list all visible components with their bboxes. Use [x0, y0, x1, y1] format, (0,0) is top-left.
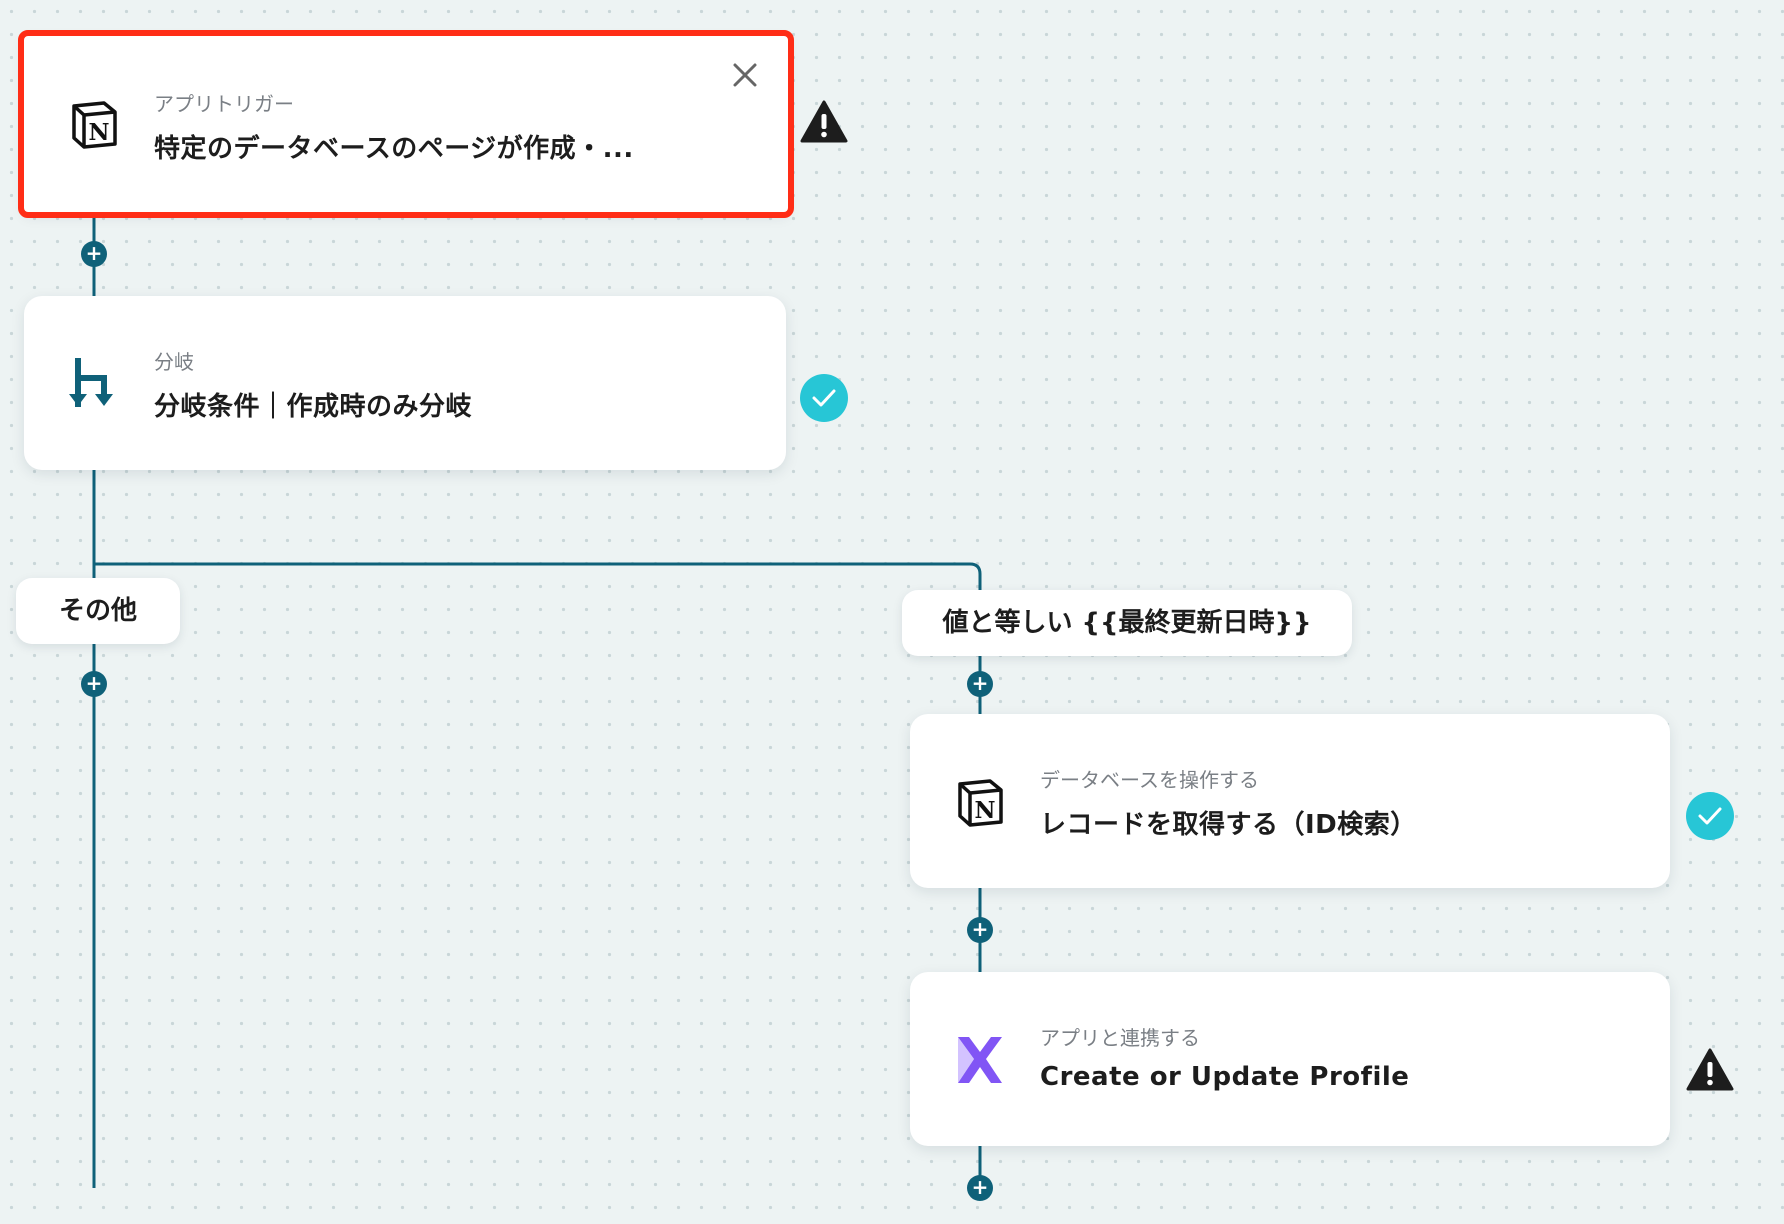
branch-step-card[interactable]: 分岐 分岐条件｜作成時のみ分岐 [24, 296, 786, 470]
branch-step-title: 分岐条件｜作成時のみ分岐 [154, 392, 473, 422]
notion-icon: N [954, 776, 1006, 828]
get-record-step-subtitle: データベースを操作する [1040, 768, 1259, 792]
branch-option-equals[interactable]: 値と等しい {{最終更新日時}} [902, 590, 1352, 656]
klaviyo-icon [954, 1034, 1006, 1086]
svg-text:N: N [974, 797, 995, 824]
trigger-step-title: 特定のデータベースのページが作成・... [154, 134, 634, 164]
branch-step-subtitle: 分岐 [154, 350, 194, 374]
klaviyo-step-card[interactable]: アプリと連携する Create or Update Profile [910, 972, 1670, 1146]
get-record-step-title: レコードを取得する（ID検索） [1040, 810, 1417, 840]
add-step-button[interactable]: + [967, 917, 993, 943]
check-icon [800, 374, 848, 422]
add-step-button[interactable]: + [81, 671, 107, 697]
klaviyo-step-title: Create or Update Profile [1040, 1062, 1410, 1092]
klaviyo-step-subtitle: アプリと連携する [1040, 1026, 1200, 1050]
notion-icon: N [68, 98, 120, 150]
get-record-step-card[interactable]: N データベースを操作する レコードを取得する（ID検索） [910, 714, 1670, 888]
branch-icon [68, 358, 120, 410]
svg-text:N: N [88, 119, 109, 146]
check-icon [1686, 792, 1734, 840]
warning-icon [800, 98, 848, 146]
branch-option-other[interactable]: その他 [16, 578, 180, 644]
close-icon[interactable] [728, 58, 762, 92]
add-step-button[interactable]: + [967, 1175, 993, 1201]
trigger-step-subtitle: アプリトリガー [154, 92, 294, 116]
connector-branch-split [94, 562, 982, 590]
add-step-button[interactable]: + [81, 241, 107, 267]
add-step-button[interactable]: + [967, 671, 993, 697]
warning-icon [1686, 1046, 1734, 1094]
trigger-step-card[interactable]: N アプリトリガー 特定のデータベースのページが作成・... [18, 30, 794, 218]
